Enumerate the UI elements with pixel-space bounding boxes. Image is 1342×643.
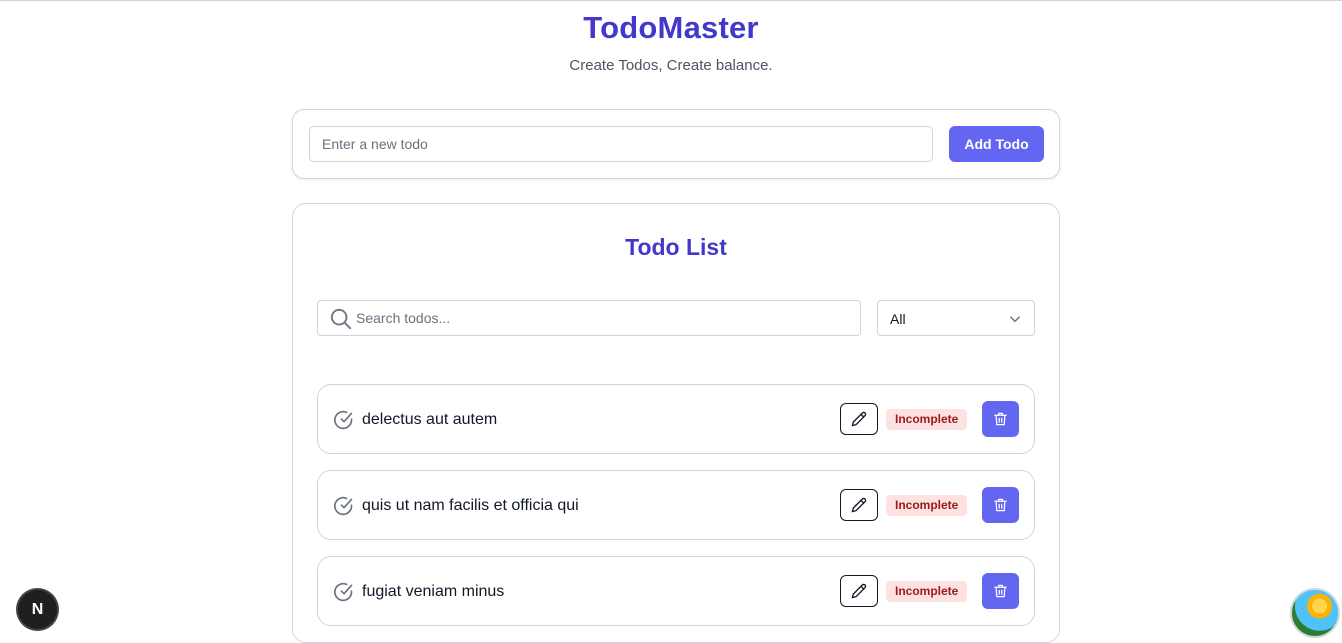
todo-text: delectus aut autem (362, 411, 498, 428)
dev-tools-badge[interactable]: N (18, 590, 57, 629)
pencil-icon (851, 583, 867, 599)
todo-item: fugiat veniam minus Incomplete (317, 556, 1035, 626)
todo-list-title: Todo List (625, 234, 727, 260)
edit-todo-button[interactable] (840, 489, 878, 521)
add-todo-button[interactable]: Add Todo (949, 126, 1044, 162)
delete-todo-button[interactable] (982, 487, 1019, 523)
trash-icon (994, 412, 1007, 426)
todo-item: delectus aut autem Incomplete (317, 384, 1035, 454)
chevron-down-icon (1010, 316, 1020, 323)
pencil-icon (851, 497, 867, 513)
todo-item: quis ut nam facilis et officia qui Incom… (317, 470, 1035, 540)
pencil-icon (851, 411, 867, 427)
search-icon (330, 308, 352, 330)
status-filter-select[interactable]: All (877, 300, 1035, 336)
todo-text: quis ut nam facilis et officia qui (362, 497, 579, 514)
avatar[interactable] (1290, 588, 1340, 638)
todo-list-card: Todo List All delectus aut autem Incompl… (292, 203, 1060, 643)
delete-todo-button[interactable] (982, 401, 1019, 437)
search-input[interactable] (356, 301, 856, 335)
status-badge: Incomplete (886, 409, 968, 430)
edit-todo-button[interactable] (840, 403, 878, 435)
add-todo-form: Add Todo (292, 109, 1060, 179)
check-circle-icon[interactable] (334, 496, 354, 516)
app-title: TodoMaster (583, 10, 759, 45)
todo-text: fugiat veniam minus (362, 583, 505, 600)
new-todo-input[interactable] (309, 126, 933, 162)
search-box (317, 300, 861, 336)
app-subtitle: Create Todos, Create balance. (569, 57, 773, 74)
check-circle-icon[interactable] (334, 582, 354, 602)
status-badge: Incomplete (886, 581, 968, 602)
check-circle-icon[interactable] (334, 410, 354, 430)
trash-icon (994, 584, 1007, 598)
top-divider (0, 0, 1342, 1)
edit-todo-button[interactable] (840, 575, 878, 607)
status-badge: Incomplete (886, 495, 968, 516)
delete-todo-button[interactable] (982, 573, 1019, 609)
filter-selected-value: All (890, 311, 906, 327)
trash-icon (994, 498, 1007, 512)
